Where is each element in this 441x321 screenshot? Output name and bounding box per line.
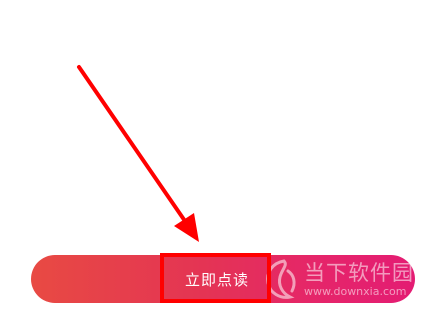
screenshot-stage: 当下软件园 www.downxia.com 立即点读 [0, 0, 441, 321]
watermark-title: 当下软件园 [304, 261, 414, 285]
arrow-head [174, 213, 199, 242]
read-now-button-label[interactable]: 立即点读 [162, 255, 272, 303]
arrow-shaft [77, 65, 189, 226]
watermark: 当下软件园 www.downxia.com [262, 255, 422, 303]
watermark-url: www.downxia.com [304, 285, 407, 298]
